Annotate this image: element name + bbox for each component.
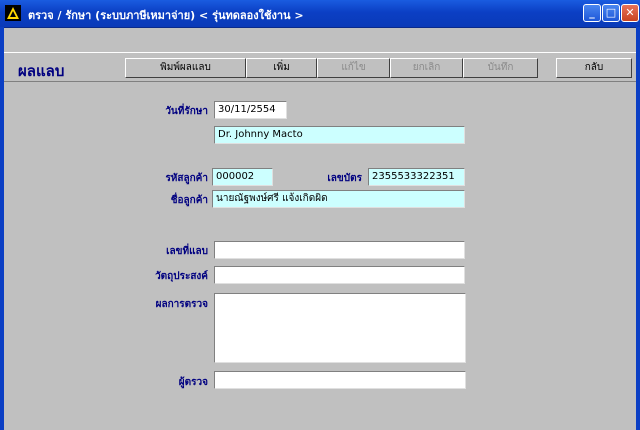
card-number-field[interactable]: 2355533322351	[368, 168, 465, 186]
maximize-button[interactable]: □	[602, 4, 620, 22]
purpose-label: วัตถุประสงค์	[155, 271, 208, 282]
examiner-field[interactable]	[214, 371, 466, 389]
date-label: วันที่รักษา	[165, 106, 208, 117]
customer-code-label: รหัสลูกค้า	[165, 173, 208, 184]
customer-code-field[interactable]: 000002	[212, 168, 273, 186]
back-button[interactable]: กลับ	[556, 58, 632, 78]
print-lab-button[interactable]: พิมพ์ผลแลบ	[125, 58, 246, 78]
lab-number-field[interactable]	[214, 241, 465, 259]
toolbar-panel: ผลแลบ พิมพ์ผลแลบ เพิ่ม แก้ไข ยกเลิก บันท…	[4, 52, 636, 82]
cancel-button[interactable]: ยกเลิก	[390, 58, 463, 78]
minimize-button[interactable]: _	[583, 4, 601, 22]
lab-number-label: เลขที่แลบ	[166, 246, 208, 257]
window-frame-left	[0, 27, 4, 430]
examiner-label: ผู้ตรวจ	[178, 377, 208, 388]
card-label: เลขบัตร	[327, 173, 362, 184]
window-title: ตรวจ / รักษา (ระบบภาษีเหมาจ่าย) < รุ่นทด…	[28, 9, 304, 22]
purpose-field[interactable]	[214, 266, 465, 284]
customer-name-label: ชื่อลูกค้า	[170, 195, 208, 206]
date-field[interactable]: 30/11/2554	[214, 101, 287, 119]
save-button[interactable]: บันทึก	[463, 58, 538, 78]
doctor-field[interactable]: Dr. Johnny Macto	[214, 126, 465, 144]
app-icon	[5, 5, 21, 21]
result-textarea[interactable]	[214, 293, 466, 363]
title-bar[interactable]: ตรวจ / รักษา (ระบบภาษีเหมาจ่าย) < รุ่นทด…	[0, 0, 640, 28]
result-label: ผลการตรวจ	[155, 299, 208, 310]
add-button[interactable]: เพิ่ม	[246, 58, 317, 78]
panel-title: ผลแลบ	[18, 62, 65, 80]
customer-name-field[interactable]: นายณัฐพงษ์ศรี แจ้งเกิดผิด	[212, 190, 465, 208]
close-button[interactable]: ✕	[621, 4, 639, 22]
window-frame-right	[636, 27, 640, 430]
edit-button[interactable]: แก้ไข	[317, 58, 390, 78]
